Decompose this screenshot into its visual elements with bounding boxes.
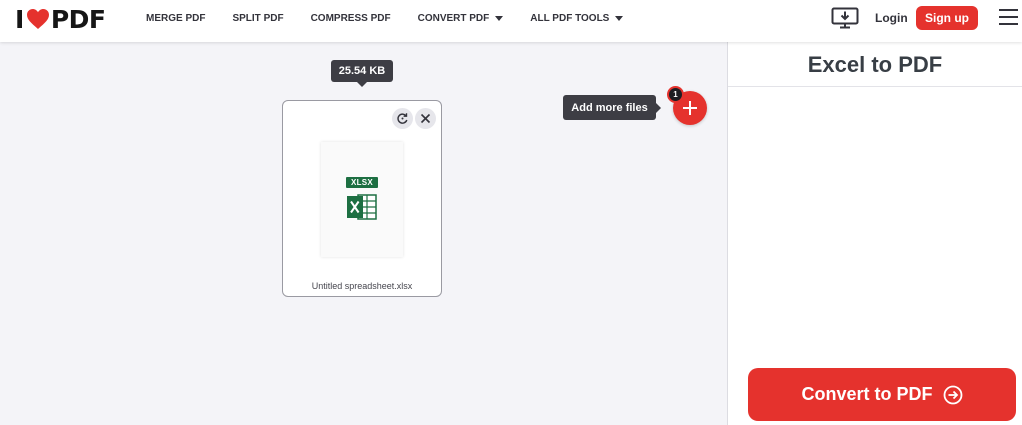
- caret-down-icon: [615, 15, 624, 21]
- convert-button-label: Convert to PDF: [801, 384, 933, 404]
- ilovepdf-logo[interactable]: I PDF: [15, 4, 106, 34]
- nav-convert-pdf[interactable]: CONVERT PDF: [418, 13, 504, 24]
- heart-icon: [26, 9, 49, 29]
- nav-merge-pdf[interactable]: MERGE PDF: [146, 13, 205, 24]
- logo-letters-pdf: PDF: [50, 4, 106, 34]
- nav-label: ALL PDF TOOLS: [530, 12, 610, 24]
- rotate-icon: [397, 113, 408, 124]
- file-name: Untitled spreadsheet.xlsx: [311, 281, 413, 291]
- file-type-label: XLSX: [345, 177, 379, 188]
- tool-sidebar: Excel to PDF Convert to PDF: [727, 42, 1022, 425]
- logo-letter-i: I: [15, 4, 24, 34]
- close-icon: [420, 113, 431, 124]
- nav-compress-pdf[interactable]: COMPRESS PDF: [311, 13, 391, 24]
- login-link[interactable]: Login: [875, 11, 908, 25]
- nav-label: CONVERT PDF: [417, 12, 490, 24]
- hamburger-menu-icon[interactable]: [999, 9, 1018, 25]
- file-count-badge: 1: [667, 86, 684, 103]
- caret-down-icon: [495, 15, 504, 21]
- nav-label: COMPRESS PDF: [310, 12, 391, 24]
- excel-file-icon: [347, 194, 377, 220]
- sidebar-divider: [728, 86, 1022, 87]
- tool-title: Excel to PDF: [807, 52, 943, 77]
- file-size-tooltip: 25.54 KB: [331, 60, 393, 87]
- main-nav: MERGE PDF SPLIT PDF COMPRESS PDF CONVERT…: [146, 0, 650, 36]
- signup-button[interactable]: Sign up: [916, 6, 978, 30]
- desktop-download-icon[interactable]: [831, 7, 859, 29]
- nav-label: SPLIT PDF: [232, 12, 284, 24]
- remove-file-button[interactable]: [415, 108, 436, 129]
- nav-label: MERGE PDF: [146, 12, 206, 24]
- plus-icon: [683, 101, 697, 115]
- rotate-file-button[interactable]: [392, 108, 413, 129]
- add-more-files-tooltip: Add more files: [563, 95, 661, 120]
- top-header: I PDF MERGE PDF SPLIT PDF COMPRESS PDF C…: [0, 0, 1022, 42]
- convert-to-pdf-button[interactable]: Convert to PDF: [748, 368, 1016, 421]
- file-thumbnail: XLSX: [321, 142, 403, 257]
- file-card[interactable]: XLSX Untitled spreadsheet.xlsx: [282, 100, 442, 297]
- nav-all-pdf-tools[interactable]: ALL PDF TOOLS: [530, 12, 624, 24]
- arrow-right-circle-icon: [943, 385, 962, 404]
- nav-split-pdf[interactable]: SPLIT PDF: [232, 13, 283, 24]
